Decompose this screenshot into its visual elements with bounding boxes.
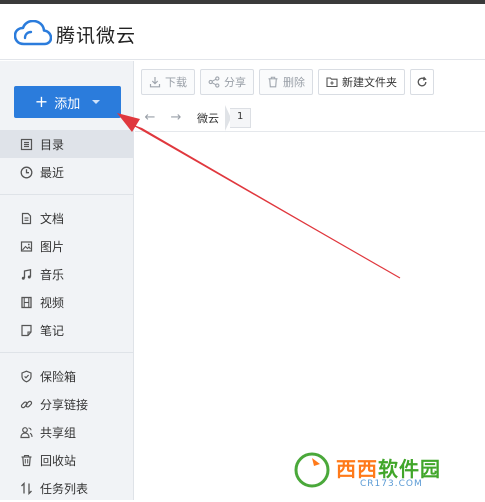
sidebar-item-label: 共享组: [40, 425, 77, 440]
note-icon: [21, 324, 32, 336]
watermark-text: 西西软件园: [336, 453, 441, 482]
back-arrow-icon[interactable]: ←: [139, 110, 161, 125]
sidebar-item-label: 保险箱: [40, 369, 77, 384]
new-folder-button-label: 新建文件夹: [342, 76, 397, 89]
sidebar-item-label: 文档: [40, 211, 65, 226]
app-header: 腾讯微云: [0, 4, 485, 60]
sidebar-item-notes[interactable]: 笔记: [0, 316, 134, 344]
sidebar-item-share-links[interactable]: 分享链接: [0, 390, 134, 418]
sidebar-item-directory[interactable]: 目录: [0, 130, 134, 158]
breadcrumb-current[interactable]: 1: [230, 107, 252, 128]
breadcrumb-root[interactable]: 微云: [197, 110, 225, 126]
sidebar-item-recent[interactable]: 最近: [0, 158, 134, 186]
refresh-button[interactable]: [410, 69, 434, 95]
site-watermark: 西西软件园 CR173.COM: [290, 448, 482, 494]
toolbar: 下载 分享 删除 新建文件夹: [141, 69, 439, 95]
sidebar-item-label: 笔记: [40, 323, 65, 338]
group-icon: [20, 426, 33, 438]
cloud-logo-icon: [14, 20, 52, 46]
sidebar-item-label: 目录: [40, 137, 65, 152]
sidebar-item-music[interactable]: 音乐: [0, 260, 134, 288]
watermark-logo-icon: [293, 451, 331, 489]
chevron-down-icon[interactable]: [92, 100, 101, 104]
transfer-icon: [21, 481, 32, 495]
download-button-label: 下载: [165, 76, 187, 89]
share-button-label: 分享: [224, 76, 246, 89]
nav-group-main: 目录 最近: [0, 130, 134, 186]
document-icon: [21, 212, 32, 224]
clock-icon: [20, 166, 33, 178]
video-icon: [21, 296, 32, 308]
sidebar-item-recycle-bin[interactable]: 回收站: [0, 446, 134, 474]
new-folder-icon: [326, 77, 338, 88]
app-title: 腾讯微云: [56, 25, 137, 47]
delete-button-label: 删除: [283, 76, 305, 89]
image-icon: [20, 240, 33, 252]
list-icon: [20, 138, 33, 150]
watermark-url: CR173.COM: [360, 479, 423, 489]
sidebar: + 添加 目录 最近 文档 图片 音乐 视频 笔记 保险箱 分享链接 共享组 回…: [0, 61, 134, 500]
add-button[interactable]: + 添加: [14, 86, 121, 118]
sidebar-divider: [0, 194, 134, 195]
nav-group-tools: 保险箱 分享链接 共享组 回收站 任务列表: [0, 362, 134, 502]
shield-icon: [21, 370, 32, 382]
trash-icon: [268, 76, 278, 88]
nav-group-categories: 文档 图片 音乐 视频 笔记: [0, 204, 134, 344]
add-button-label: 添加: [54, 96, 81, 112]
sidebar-item-label: 图片: [40, 239, 65, 254]
download-icon: [149, 77, 161, 88]
sidebar-item-shared-groups[interactable]: 共享组: [0, 418, 134, 446]
delete-button[interactable]: 删除: [259, 69, 313, 95]
sidebar-item-label: 回收站: [40, 453, 77, 468]
sidebar-divider: [0, 352, 134, 353]
watermark-text-orange: 西西: [336, 457, 378, 481]
share-button[interactable]: 分享: [200, 69, 254, 95]
sidebar-item-label: 最近: [40, 165, 65, 180]
sidebar-item-label: 任务列表: [40, 481, 89, 496]
sidebar-item-label: 音乐: [40, 267, 65, 282]
trash-icon: [21, 454, 32, 466]
new-folder-button[interactable]: 新建文件夹: [318, 69, 405, 95]
sidebar-item-label: 视频: [40, 295, 65, 310]
sidebar-item-images[interactable]: 图片: [0, 232, 134, 260]
file-list-area: [135, 133, 485, 500]
sidebar-item-label: 分享链接: [40, 397, 89, 412]
forward-arrow-icon[interactable]: →: [165, 110, 187, 125]
sidebar-item-safe[interactable]: 保险箱: [0, 362, 134, 390]
music-icon: [21, 268, 32, 280]
link-icon: [20, 400, 33, 408]
refresh-icon: [417, 76, 427, 87]
share-icon: [208, 76, 220, 88]
sidebar-item-videos[interactable]: 视频: [0, 288, 134, 316]
sidebar-item-documents[interactable]: 文档: [0, 204, 134, 232]
breadcrumb: ← → 微云 1: [135, 104, 485, 132]
plus-icon: +: [34, 92, 49, 111]
sidebar-item-task-list[interactable]: 任务列表: [0, 474, 134, 502]
download-button[interactable]: 下载: [141, 69, 195, 95]
watermark-text-green: 软件园: [378, 457, 441, 481]
